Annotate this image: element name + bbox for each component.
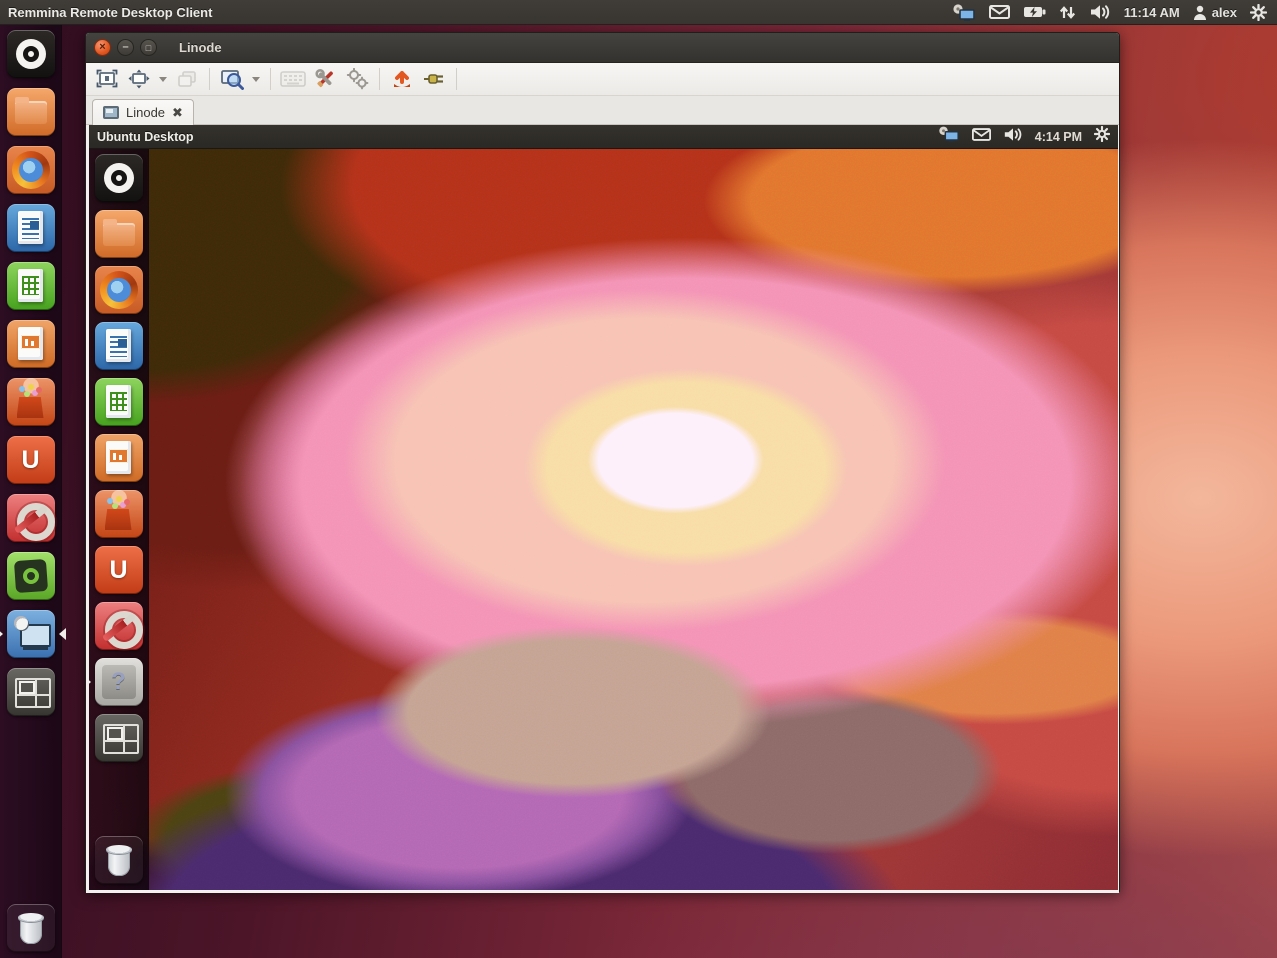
minimize-button[interactable]: – bbox=[117, 39, 134, 56]
remote-panel-title: Ubuntu Desktop bbox=[89, 130, 194, 144]
settings-icon[interactable] bbox=[95, 602, 143, 650]
unity-launcher: U bbox=[0, 25, 62, 958]
scaled-mode-dropdown[interactable] bbox=[249, 66, 263, 93]
chevron-down-icon bbox=[159, 77, 167, 82]
workspace-icon[interactable] bbox=[95, 714, 143, 762]
remote-launcher-trash-slot bbox=[89, 836, 148, 884]
top-panel: Remmina Remote Desktop Client 11:14 AM a… bbox=[0, 0, 1277, 25]
unknown-icon[interactable]: ? bbox=[95, 658, 143, 706]
tools-button[interactable] bbox=[310, 66, 340, 93]
remmina-window: × – □ Linode bbox=[85, 32, 1120, 892]
fit-window-button[interactable] bbox=[124, 66, 154, 93]
trash-icon[interactable] bbox=[7, 904, 55, 952]
window-title: Linode bbox=[179, 40, 222, 55]
remote-top-panel[interactable]: Ubuntu Desktop 4:14 PM bbox=[89, 125, 1118, 149]
bag-icon[interactable] bbox=[95, 490, 143, 538]
tab-label: Linode bbox=[126, 105, 165, 120]
user-name: alex bbox=[1212, 5, 1237, 20]
running-indicator-arrow bbox=[0, 628, 3, 640]
battery-icon[interactable] bbox=[1023, 6, 1046, 18]
writer-icon[interactable] bbox=[7, 204, 55, 252]
mail-icon[interactable] bbox=[989, 5, 1010, 19]
firefox-icon[interactable] bbox=[95, 266, 143, 314]
unknown-glyph: ? bbox=[95, 658, 143, 706]
folder-icon[interactable] bbox=[7, 88, 55, 136]
window-titlebar[interactable]: × – □ Linode bbox=[86, 33, 1119, 63]
scaled-mode-button[interactable] bbox=[217, 66, 247, 93]
dash-icon[interactable] bbox=[95, 154, 143, 202]
volume-icon[interactable] bbox=[1089, 4, 1111, 20]
disconnect-button[interactable] bbox=[419, 66, 449, 93]
launcher-trash-slot bbox=[0, 904, 61, 952]
duplicate-connection-button[interactable] bbox=[172, 66, 202, 93]
workspace-icon[interactable] bbox=[7, 668, 55, 716]
maximize-button[interactable]: □ bbox=[140, 39, 157, 56]
volume-icon[interactable] bbox=[1003, 127, 1023, 147]
fit-window-dropdown[interactable] bbox=[156, 66, 170, 93]
green-icon[interactable] bbox=[7, 552, 55, 600]
running-indicator-arrow bbox=[89, 676, 91, 688]
u1-glyph: U bbox=[95, 546, 143, 594]
preferences-button[interactable] bbox=[342, 66, 372, 93]
tab-strip: Linode ✖ bbox=[86, 96, 1119, 125]
u1-glyph: U bbox=[7, 436, 55, 484]
folder-icon[interactable] bbox=[95, 210, 143, 258]
toolbar-end-separator bbox=[456, 68, 457, 90]
toolbar-separator bbox=[270, 68, 271, 90]
panel-app-title: Remmina Remote Desktop Client bbox=[0, 5, 212, 20]
network-traffic-icon[interactable] bbox=[1059, 5, 1076, 20]
panel-clock[interactable]: 11:14 AM bbox=[1124, 5, 1180, 20]
remmina-applet-icon[interactable] bbox=[938, 126, 960, 147]
fullscreen-button[interactable] bbox=[92, 66, 122, 93]
minimize-to-tray-button[interactable] bbox=[387, 66, 417, 93]
remote-screen[interactable]: Ubuntu Desktop 4:14 PM bbox=[89, 125, 1118, 890]
remote-launcher-items: U? bbox=[89, 149, 148, 762]
toolbar-separator bbox=[379, 68, 380, 90]
impress-icon[interactable] bbox=[95, 434, 143, 482]
chevron-down-icon bbox=[252, 77, 260, 82]
impress-icon[interactable] bbox=[7, 320, 55, 368]
user-menu[interactable]: alex bbox=[1193, 5, 1237, 20]
remote-wallpaper[interactable] bbox=[89, 149, 1118, 890]
tab-monitor-icon bbox=[103, 106, 119, 119]
mail-icon[interactable] bbox=[972, 128, 991, 146]
remote-system-tray: 4:14 PM bbox=[938, 126, 1118, 147]
keyboard-grab-button[interactable] bbox=[278, 66, 308, 93]
toolbar-separator bbox=[209, 68, 210, 90]
tab-linode[interactable]: Linode ✖ bbox=[92, 99, 194, 125]
focused-indicator-arrow bbox=[59, 628, 66, 640]
launcher-items: U bbox=[0, 25, 61, 716]
trash-icon[interactable] bbox=[95, 836, 143, 884]
session-gear-icon[interactable] bbox=[1250, 4, 1267, 21]
session-gear-icon[interactable] bbox=[1094, 126, 1110, 147]
u1-icon[interactable]: U bbox=[7, 436, 55, 484]
user-icon bbox=[1193, 5, 1207, 20]
tab-close-icon[interactable]: ✖ bbox=[172, 106, 183, 119]
system-tray: 11:14 AM alex bbox=[952, 4, 1277, 21]
calc-icon[interactable] bbox=[7, 262, 55, 310]
bag-icon[interactable] bbox=[7, 378, 55, 426]
close-button[interactable]: × bbox=[94, 39, 111, 56]
remote-unity-launcher: U? bbox=[89, 149, 149, 890]
dash-icon[interactable] bbox=[7, 30, 55, 78]
firefox-icon[interactable] bbox=[7, 146, 55, 194]
remote-panel-clock[interactable]: 4:14 PM bbox=[1035, 130, 1082, 144]
remmina-icon[interactable] bbox=[7, 610, 55, 658]
settings-icon[interactable] bbox=[7, 494, 55, 542]
calc-icon[interactable] bbox=[95, 378, 143, 426]
remmina-applet-icon[interactable] bbox=[952, 4, 976, 21]
writer-icon[interactable] bbox=[95, 322, 143, 370]
remmina-toolbar bbox=[86, 63, 1119, 96]
u1-icon[interactable]: U bbox=[95, 546, 143, 594]
session-content: Ubuntu Desktop 4:14 PM bbox=[86, 125, 1119, 893]
